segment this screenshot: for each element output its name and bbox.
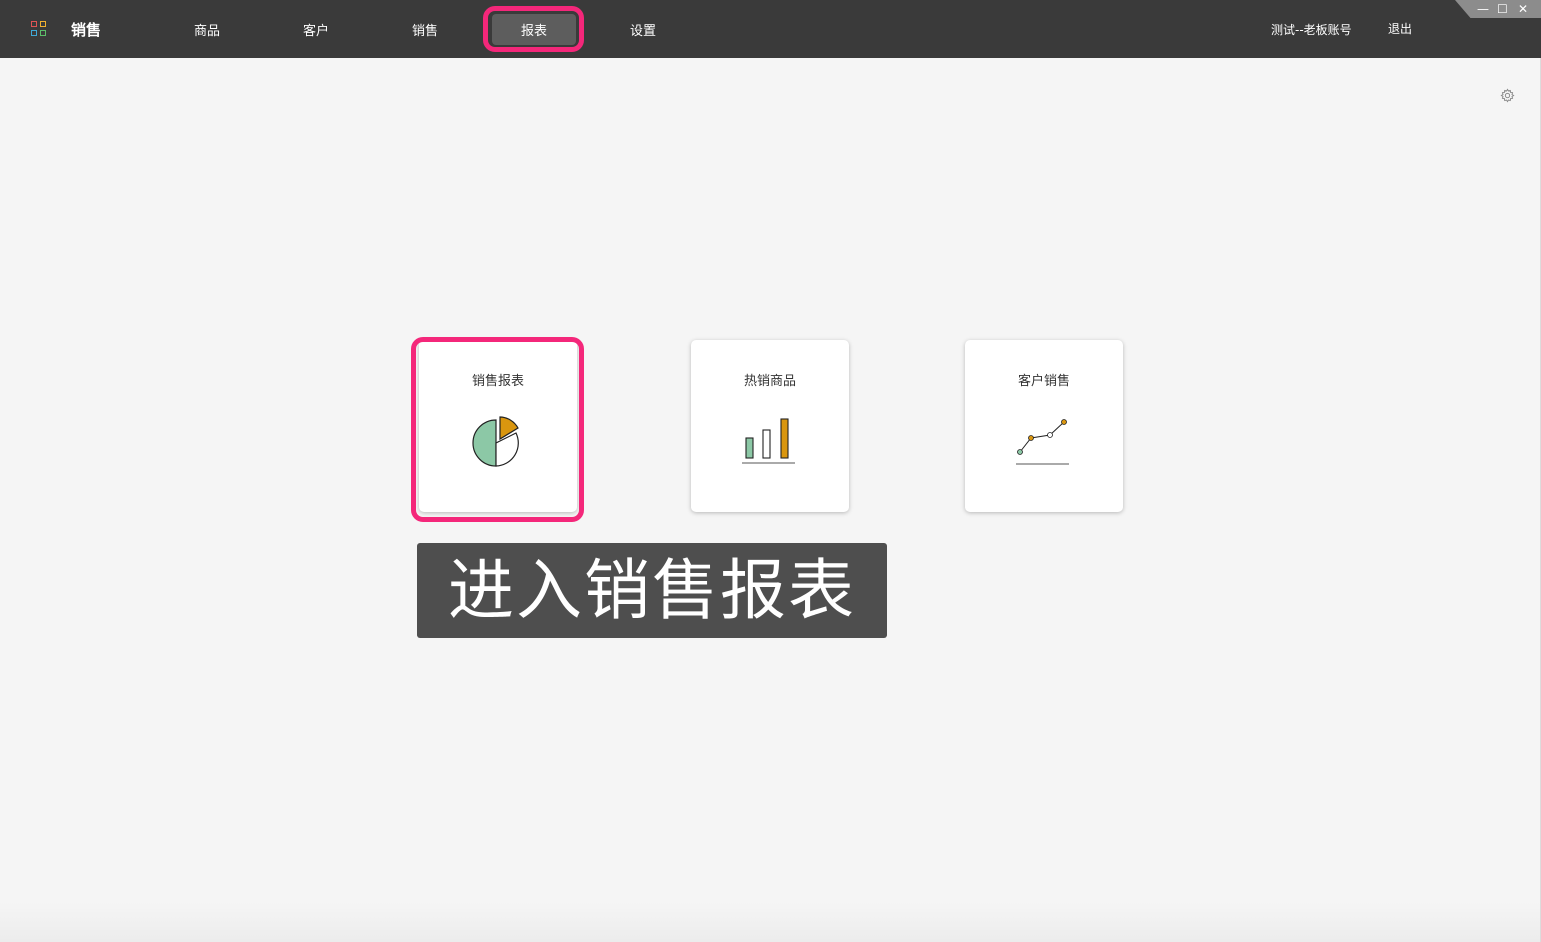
nav-tab-label: 设置 <box>629 23 656 39</box>
customer-sales-card[interactable]: 客户销售 <box>965 340 1123 512</box>
bar-chart-icon <box>742 418 795 464</box>
instruction-caption: 进入销售报表 <box>417 543 887 638</box>
card-label: 客户销售 <box>1017 374 1070 389</box>
settings-gear-icon[interactable] <box>1500 88 1515 103</box>
hot-products-card[interactable]: 热销商品 <box>691 340 849 512</box>
nav-tab-label: 报表 <box>492 13 576 45</box>
pie-chart-icon <box>472 416 519 467</box>
nav-tab-sales[interactable]: 销售 <box>380 0 470 58</box>
nav-tab-label: 商品 <box>193 23 220 39</box>
card-label: 销售报表 <box>471 374 524 389</box>
top-bar: 销售 商品 客户 销售 报表 设置 测试--老板账号 退出 — ☐ ✕ <box>0 0 1541 58</box>
sales-report-card[interactable]: 销售报表 <box>419 340 577 512</box>
line-chart-icon <box>1016 419 1069 465</box>
close-icon[interactable]: ✕ <box>1518 1 1528 17</box>
logout-button[interactable]: 退出 <box>1388 20 1412 37</box>
app-grid-icon[interactable] <box>31 21 47 37</box>
bottom-shade <box>0 902 1540 942</box>
nav-tab-customers[interactable]: 客户 <box>271 0 361 58</box>
nav-tab-label: 客户 <box>302 23 329 39</box>
minimize-icon[interactable]: — <box>1477 1 1489 17</box>
account-name: 测试--老板账号 <box>1271 23 1352 37</box>
maximize-icon[interactable]: ☐ <box>1497 1 1508 17</box>
card-label: 热销商品 <box>743 374 796 389</box>
nav-tab-label: 销售 <box>411 23 438 39</box>
nav-tab-products[interactable]: 商品 <box>162 0 252 58</box>
app-title: 销售 <box>71 21 102 39</box>
nav-tab-settings[interactable]: 设置 <box>598 0 688 58</box>
window-controls: — ☐ ✕ <box>1455 0 1541 18</box>
nav-tab-reports[interactable]: 报表 <box>489 0 579 58</box>
